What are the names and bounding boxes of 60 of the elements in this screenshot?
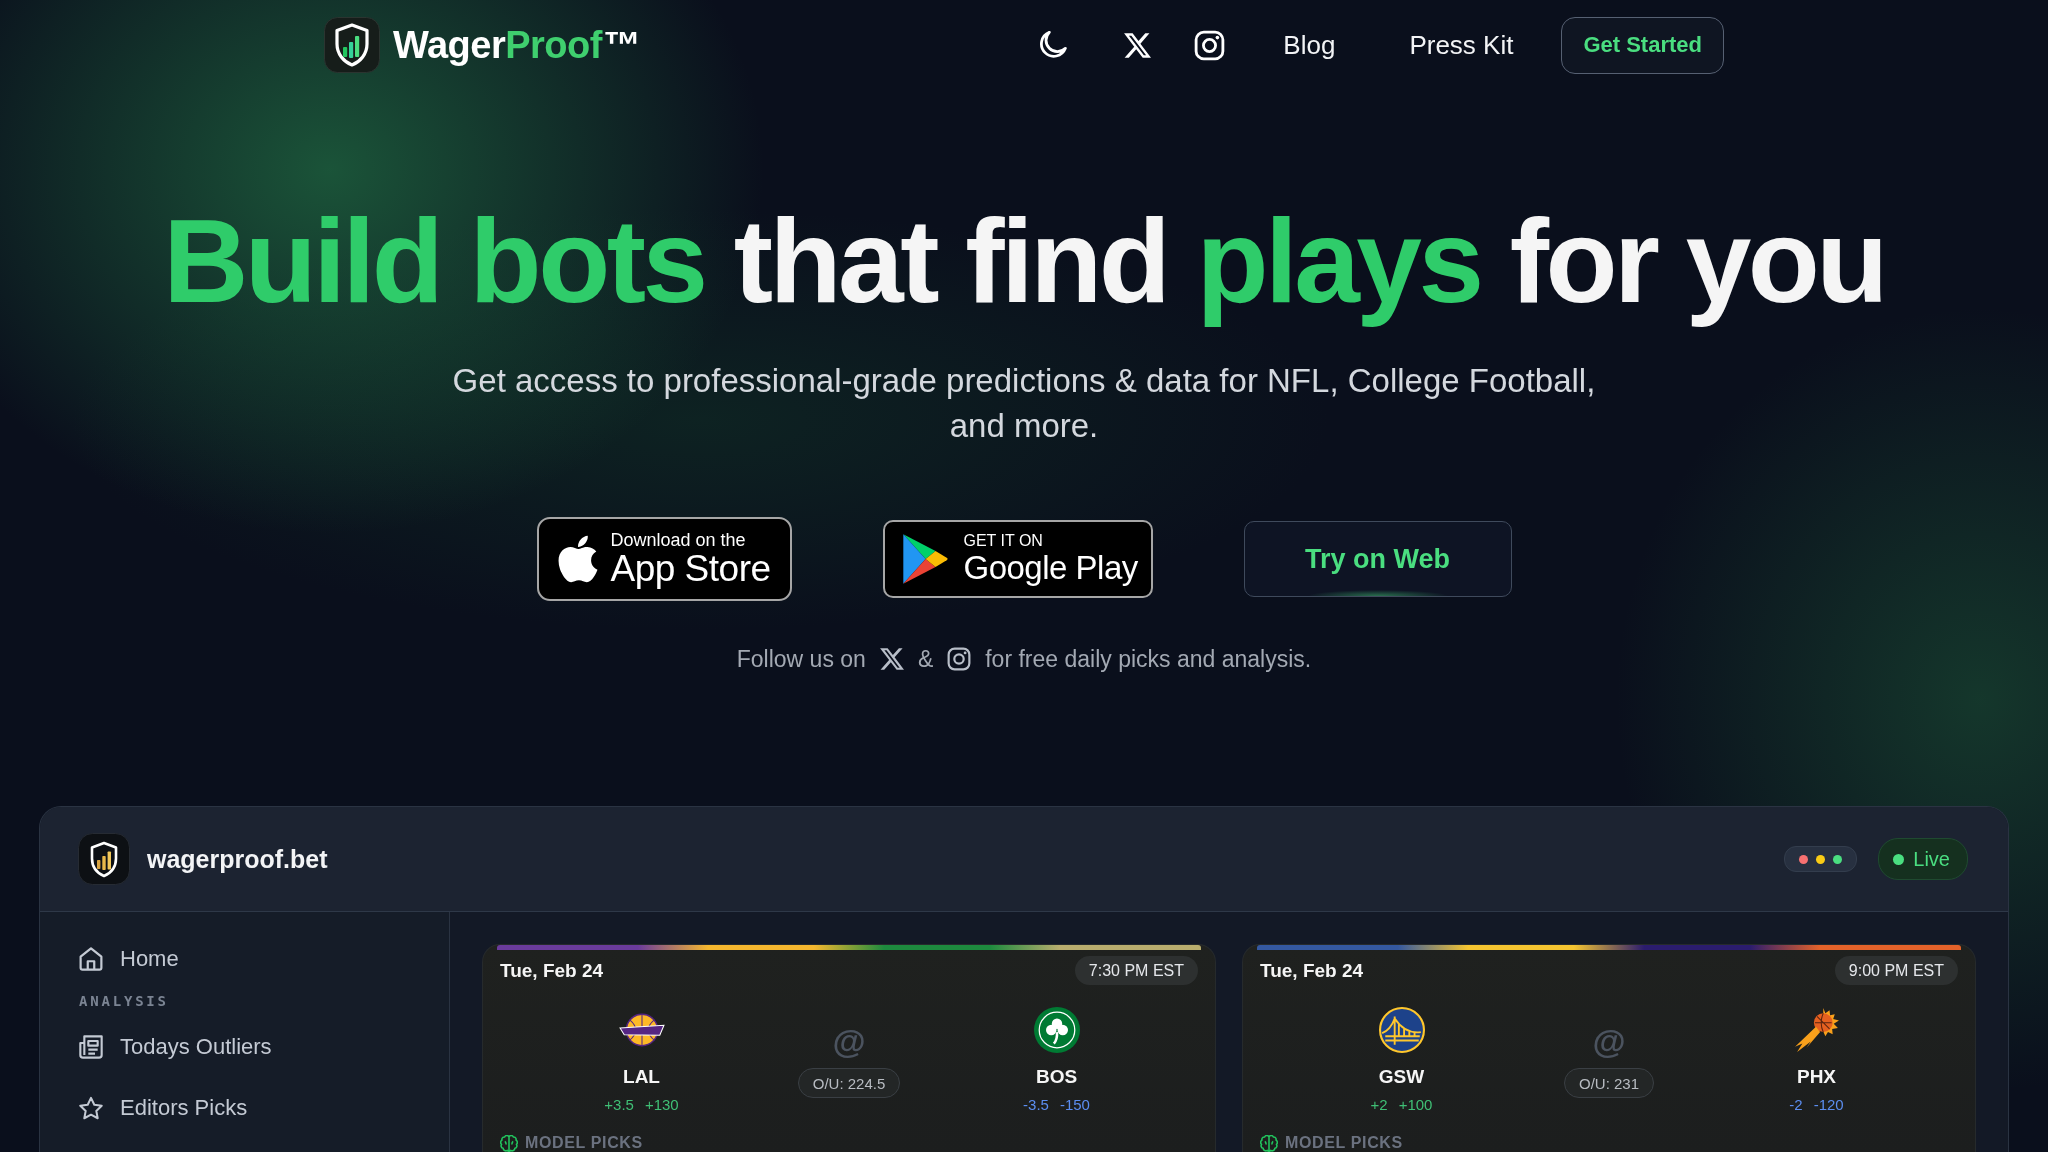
apple-icon <box>557 535 598 583</box>
moneyline-text: -120 <box>1813 1095 1844 1115</box>
headline: Build bots that find plays for you <box>163 196 1885 326</box>
moneyline-text: +100 <box>1398 1095 1433 1115</box>
live-label: Live <box>1913 847 1950 871</box>
at-sign: @ <box>1592 1023 1626 1059</box>
over-under-total: O/U: 224.5 <box>797 1068 901 1098</box>
subtitle: Get access to professional-grade predictions & data for NFL, College Football, and more. <box>451 361 1597 446</box>
follow-text: Follow us on <box>736 645 866 673</box>
shield-logo-icon[interactable] <box>324 17 380 73</box>
sidebar-item[interactable]: Editors Picks <box>79 1088 260 1128</box>
follow-text: for free daily picks and analysis. <box>985 645 1312 673</box>
x-icon[interactable] <box>879 647 904 671</box>
nav-link[interactable]: Press Kit <box>1409 29 1514 61</box>
play-triangle-icon <box>901 533 948 585</box>
window-dot-icon[interactable] <box>1833 854 1843 864</box>
moneyline-text: +130 <box>644 1095 679 1115</box>
shield-logo-icon <box>78 833 130 885</box>
sidebar-item[interactable]: Todays Outliers <box>79 1027 284 1067</box>
site-name: wagerproof.bet <box>147 844 328 874</box>
google-play-button[interactable]: GET IT ON Google Play <box>882 520 1153 598</box>
get-started-button[interactable]: Get Started <box>1561 16 1724 74</box>
window-dot-icon[interactable] <box>1799 854 1809 864</box>
spread-text: +3.5 <box>604 1095 634 1115</box>
spread-text: +2 <box>1370 1095 1388 1115</box>
moneyline-text: -150 <box>1059 1095 1090 1115</box>
team-abbreviation: BOS <box>1035 1065 1078 1089</box>
flaming-ball-icon <box>1793 1007 1840 1053</box>
team-abbreviation: PHX <box>1796 1065 1837 1089</box>
brand-wordmark[interactable]: WagerProof™ <box>393 23 641 67</box>
brain-icon <box>1260 1134 1278 1152</box>
nav-link[interactable]: Blog <box>1283 29 1336 61</box>
team-abbreviation: LAL <box>623 1065 660 1089</box>
shamrock-icon <box>1033 1007 1080 1053</box>
model-picks-heading: MODEL PICKS <box>525 1134 643 1152</box>
ampersand-text: & <box>917 645 934 673</box>
game-date: Tue, Feb 24 <box>500 959 604 982</box>
status-dot-icon <box>1893 853 1905 865</box>
at-sign: @ <box>832 1023 866 1059</box>
app-store-button[interactable]: Download on the App Store <box>536 517 792 601</box>
sidebar-section-label: ANALYSIS <box>79 994 169 1009</box>
team-abbreviation: GSW <box>1378 1065 1425 1089</box>
window-dot-icon[interactable] <box>1816 854 1826 864</box>
brain-icon <box>500 1134 518 1152</box>
over-under-total: O/U: 231 <box>1564 1068 1654 1098</box>
sidebar-item[interactable]: Home <box>79 939 191 979</box>
home-icon <box>79 947 103 971</box>
star-icon <box>79 1096 103 1120</box>
game-time: 7:30 PM EST <box>1074 956 1198 985</box>
bridge-icon <box>1378 1007 1425 1053</box>
game-time: 9:00 PM EST <box>1834 956 1958 985</box>
newspaper-icon <box>79 1035 103 1059</box>
game-date: Tue, Feb 24 <box>1260 959 1364 982</box>
camera-icon[interactable] <box>947 647 972 671</box>
x-icon[interactable] <box>1124 32 1152 58</box>
spread-text: -3.5 <box>1023 1095 1049 1115</box>
moon-icon[interactable] <box>1039 31 1068 59</box>
model-picks-heading: MODEL PICKS <box>1285 1134 1403 1152</box>
try-on-web-button[interactable]: Try on Web <box>1243 521 1512 597</box>
spread-text: -2 <box>1789 1095 1803 1115</box>
